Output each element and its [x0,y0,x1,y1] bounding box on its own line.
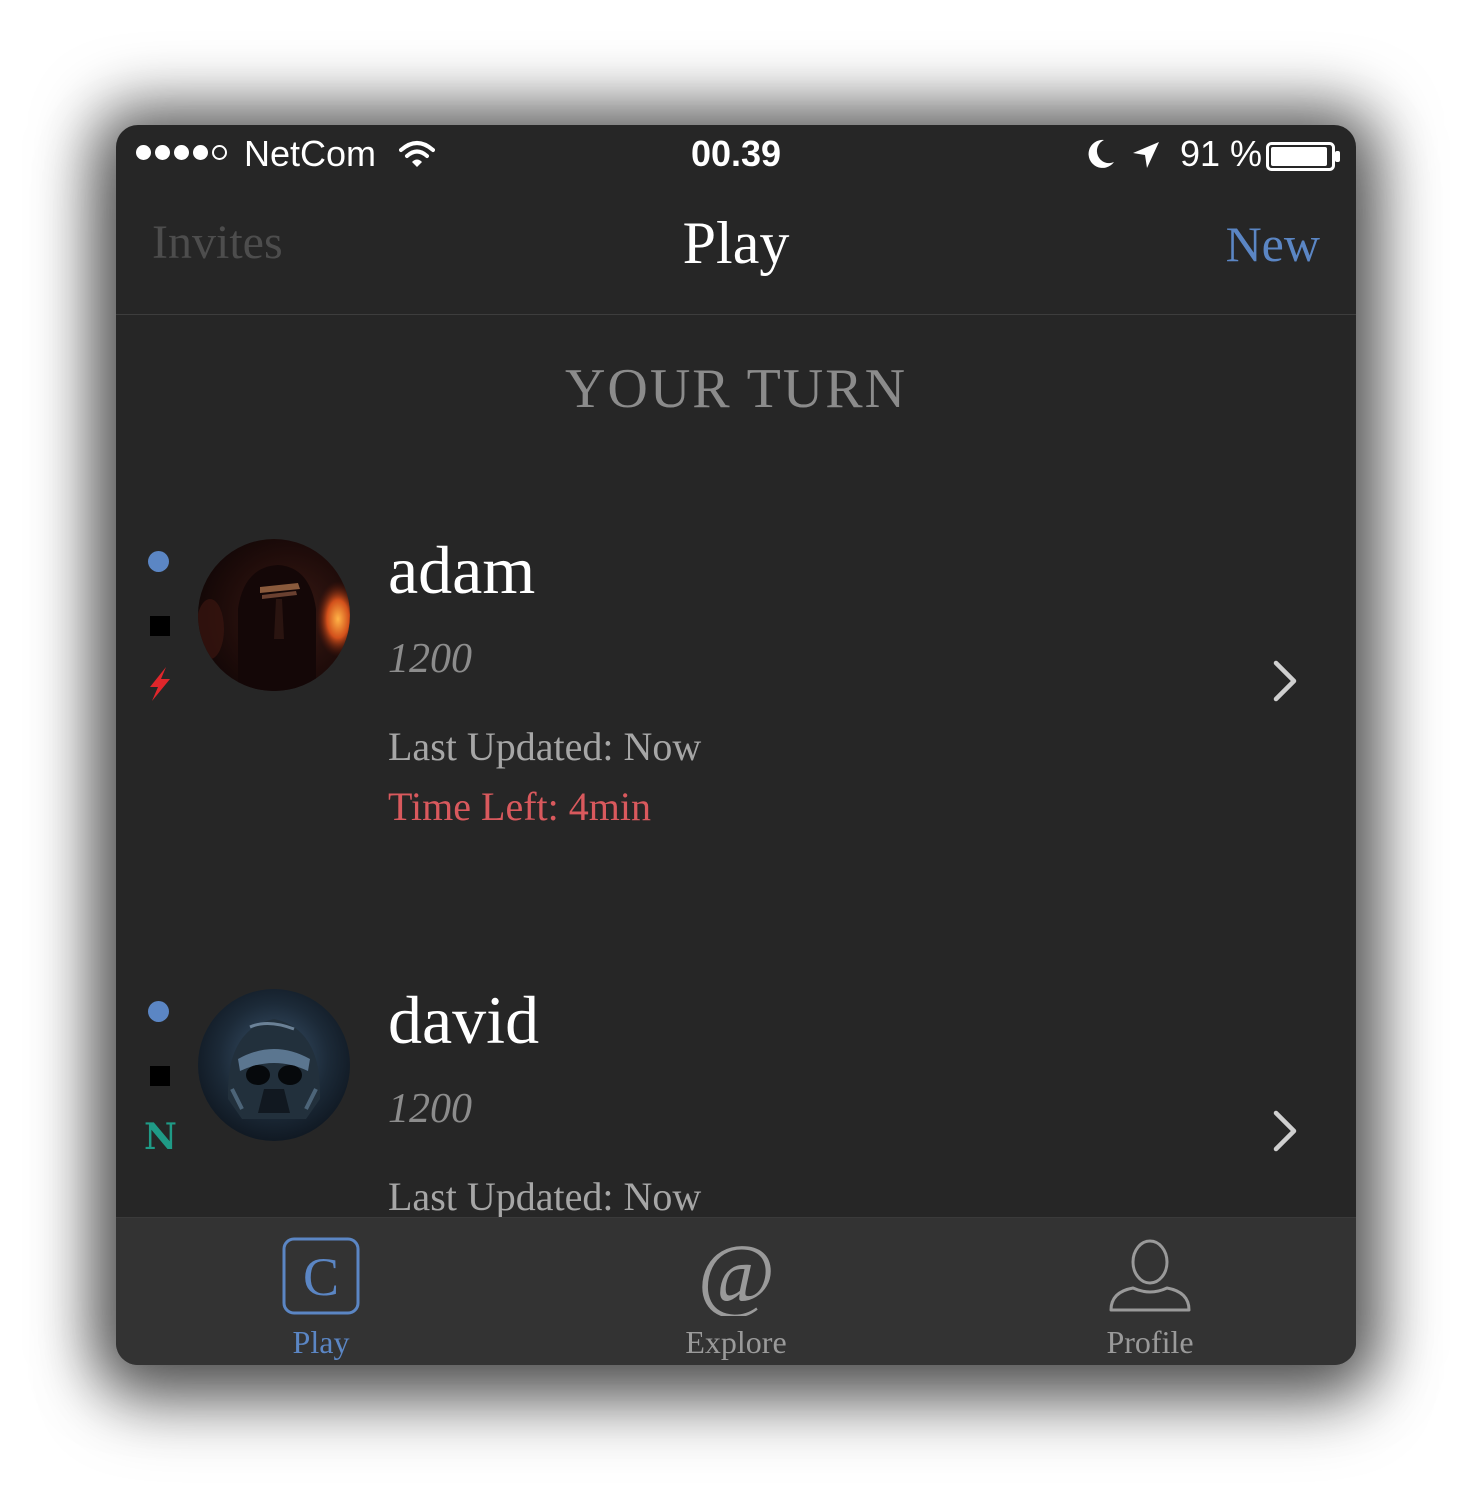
location-arrow-icon [1131,137,1161,179]
section-header-your-turn: YOUR TURN [564,358,908,420]
tab-explore[interactable]: @ Explore [616,1218,856,1365]
time-left-text: Time Left: 4min [388,784,651,829]
status-bar: NetCom 00.39 91 % [116,125,1356,183]
game-row[interactable]: adam 1200 Last Updated: Now Time Left: 4… [116,532,1356,971]
last-updated-text: Last Updated: Now [388,724,702,769]
tab-bar: C Play @ Explore Profile [116,1217,1356,1365]
battery-icon [1266,139,1342,181]
avatar[interactable] [198,539,350,691]
turn-dot-icon [148,1001,169,1022]
chevron-right-icon[interactable] [1271,1109,1299,1158]
battery-percentage: 91 % [1180,133,1263,174]
tab-label: Play [292,1324,350,1360]
player-name: adam [388,532,536,608]
moon-icon [1086,137,1116,179]
svg-text:@: @ [697,1236,774,1316]
svg-text:C: C [303,1247,339,1307]
turn-dot-icon [148,551,169,572]
normal-speed-icon: N [144,1116,177,1158]
tab-label: Explore [685,1324,787,1360]
player-rating: 1200 [388,1086,472,1132]
navigation-bar: Invites Play New [116,183,1356,315]
lightning-bolt-icon [146,667,172,706]
phone-screen: NetCom 00.39 91 % Invites Play New YOUR … [116,125,1356,1365]
black-piece-icon [150,616,170,636]
chevron-right-icon[interactable] [1271,659,1299,708]
player-name: david [388,982,540,1058]
new-game-button[interactable]: New [1226,215,1320,273]
page-title: Play [682,210,790,276]
play-c-icon: C [281,1236,361,1321]
status-time: 00.39 [690,133,782,174]
avatar[interactable] [198,989,350,1141]
at-sign-icon: @ [696,1228,776,1321]
black-piece-icon [150,1066,170,1086]
tab-play[interactable]: C Play [201,1218,441,1365]
person-icon [1107,1236,1193,1321]
tab-label: Profile [1106,1324,1194,1360]
player-rating: 1200 [388,636,472,682]
tab-profile[interactable]: Profile [1030,1218,1270,1365]
last-updated-text: Last Updated: Now [388,1174,702,1219]
